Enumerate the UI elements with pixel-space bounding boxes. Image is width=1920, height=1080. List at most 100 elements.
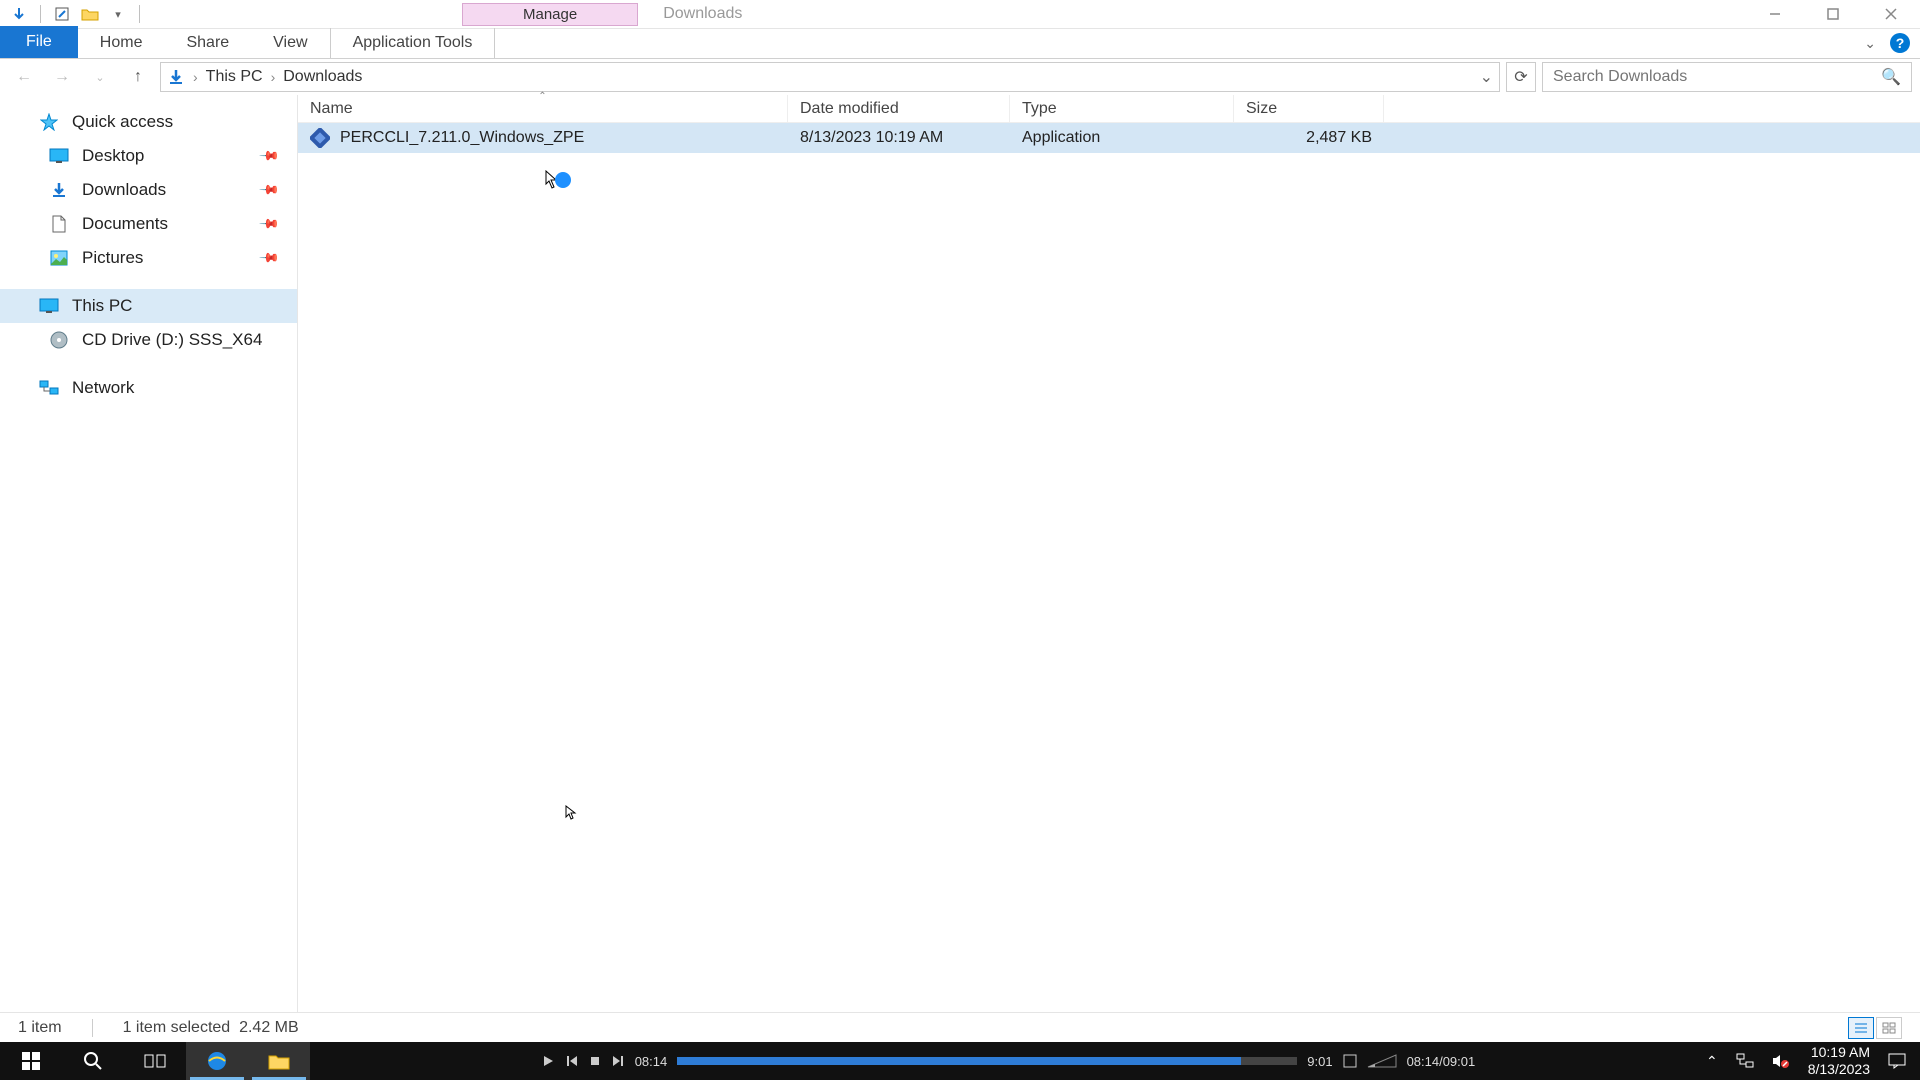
breadcrumb-this-pc[interactable]: This PC xyxy=(206,68,263,86)
tray-network-icon[interactable] xyxy=(1736,1053,1754,1069)
column-name[interactable]: ⌃ Name xyxy=(298,95,788,122)
search-input[interactable] xyxy=(1553,68,1873,86)
media-duration: 9:01 xyxy=(1307,1054,1332,1069)
taskbar-ie-button[interactable] xyxy=(186,1042,248,1080)
desktop-icon xyxy=(48,146,70,166)
address-row: ← → ⌄ ↑ › This PC › Downloads ⌄ ⟳ 🔍 xyxy=(0,59,1920,95)
search-box[interactable]: 🔍 xyxy=(1542,62,1912,92)
column-date[interactable]: Date modified xyxy=(788,95,1010,122)
tray-action-center-icon[interactable] xyxy=(1888,1053,1906,1069)
play-button[interactable] xyxy=(541,1054,555,1068)
tray-chevron-icon[interactable]: ⌃ xyxy=(1706,1053,1718,1070)
file-type: Application xyxy=(1010,129,1234,147)
sidebar-quick-access[interactable]: Quick access xyxy=(0,105,297,139)
sidebar-network[interactable]: Network xyxy=(0,371,297,405)
qat-customize-dropdown-icon[interactable]: ▾ xyxy=(107,3,129,25)
nav-back-button[interactable]: ← xyxy=(8,63,40,91)
status-selection: 1 item selected 2.42 MB xyxy=(123,1019,299,1037)
downloads-icon xyxy=(48,180,70,200)
close-button[interactable] xyxy=(1862,0,1920,29)
taskbar-explorer-button[interactable] xyxy=(248,1042,310,1080)
column-type[interactable]: Type xyxy=(1010,95,1234,122)
help-icon[interactable]: ? xyxy=(1890,33,1910,53)
sidebar-downloads[interactable]: Downloads 📌 xyxy=(0,173,297,207)
sidebar-cd-drive[interactable]: CD Drive (D:) SSS_X64 xyxy=(0,323,297,357)
column-size[interactable]: Size xyxy=(1234,95,1384,122)
file-date: 8/13/2023 10:19 AM xyxy=(788,129,1010,147)
sidebar-this-pc[interactable]: This PC xyxy=(0,289,297,323)
start-button[interactable] xyxy=(0,1042,62,1080)
cd-drive-icon xyxy=(48,330,70,350)
fullscreen-button[interactable] xyxy=(1343,1054,1357,1068)
search-button[interactable] xyxy=(62,1042,124,1080)
column-headers: ⌃ Name Date modified Type Size xyxy=(298,95,1920,123)
titlebar: ▾ Manage Downloads xyxy=(0,0,1920,29)
application-icon xyxy=(310,128,330,148)
pin-icon: 📌 xyxy=(258,179,281,202)
refresh-button[interactable]: ⟳ xyxy=(1506,62,1536,92)
media-position: 08:14 xyxy=(635,1054,668,1069)
window-controls xyxy=(1746,0,1920,29)
qat-properties-icon[interactable] xyxy=(51,3,73,25)
network-icon xyxy=(38,378,60,398)
tab-share[interactable]: Share xyxy=(164,28,251,58)
expand-ribbon-icon[interactable]: ⌄ xyxy=(1864,35,1876,52)
qat-new-folder-icon[interactable] xyxy=(79,3,101,25)
tray-time: 10:19 AM xyxy=(1808,1044,1870,1061)
tab-application-tools[interactable]: Application Tools xyxy=(330,28,496,58)
window-title: Downloads xyxy=(663,5,742,23)
breadcrumb-separator: › xyxy=(193,69,198,85)
contextual-tab-manage[interactable]: Manage xyxy=(462,3,638,26)
pin-icon: 📌 xyxy=(258,145,281,168)
system-tray: ⌃ 10:19 AM 8/13/2023 xyxy=(1706,1044,1920,1078)
search-icon[interactable]: 🔍 xyxy=(1881,67,1901,87)
sidebar-desktop[interactable]: Desktop 📌 xyxy=(0,139,297,173)
view-details-button[interactable] xyxy=(1848,1017,1874,1039)
nav-forward-button[interactable]: → xyxy=(46,63,78,91)
sidebar-item-label: Pictures xyxy=(82,248,143,268)
documents-icon xyxy=(48,214,70,234)
file-row[interactable]: PERCCLI_7.211.0_Windows_ZPE 8/13/2023 10… xyxy=(298,123,1920,153)
this-pc-icon xyxy=(38,296,60,316)
maximize-button[interactable] xyxy=(1804,0,1862,29)
status-bar: 1 item 1 item selected 2.42 MB xyxy=(0,1012,1920,1042)
quick-access-toolbar: ▾ xyxy=(0,3,152,25)
sidebar-item-label: Network xyxy=(72,378,134,398)
media-player-overlay: 08:14 9:01 08:14/09:01 xyxy=(310,1053,1706,1069)
downloads-icon xyxy=(167,68,185,86)
stop-button[interactable] xyxy=(589,1055,601,1067)
file-list: ⌃ Name Date modified Type Size PERCCLI_7… xyxy=(298,95,1920,1012)
sidebar-pictures[interactable]: Pictures 📌 xyxy=(0,241,297,275)
tray-volume-muted-icon[interactable] xyxy=(1772,1053,1790,1069)
qat-down-arrow-icon[interactable] xyxy=(8,3,30,25)
pictures-icon xyxy=(48,248,70,268)
sidebar-item-label: This PC xyxy=(72,296,132,316)
sort-indicator-icon: ⌃ xyxy=(538,91,546,102)
sidebar-documents[interactable]: Documents 📌 xyxy=(0,207,297,241)
breadcrumb-downloads[interactable]: Downloads xyxy=(283,68,362,86)
minimize-button[interactable] xyxy=(1746,0,1804,29)
star-icon xyxy=(38,112,60,132)
address-dropdown-icon[interactable]: ⌄ xyxy=(1480,67,1493,87)
tab-view[interactable]: View xyxy=(251,28,329,58)
taskbar: 08:14 9:01 08:14/09:01 ⌃ 10:19 AM 8/13/2… xyxy=(0,1042,1920,1080)
view-large-icons-button[interactable] xyxy=(1876,1017,1902,1039)
next-button[interactable] xyxy=(611,1054,625,1068)
prev-button[interactable] xyxy=(565,1054,579,1068)
nav-recent-dropdown[interactable]: ⌄ xyxy=(84,63,116,91)
sidebar-item-label: CD Drive (D:) SSS_X64 xyxy=(82,330,262,350)
nav-up-button[interactable]: ↑ xyxy=(122,63,154,91)
tab-file[interactable]: File xyxy=(0,26,78,58)
sidebar-item-label: Downloads xyxy=(82,180,166,200)
media-position-full: 08:14/09:01 xyxy=(1407,1054,1476,1069)
pin-icon: 📌 xyxy=(258,247,281,270)
volume-icon[interactable] xyxy=(1367,1053,1397,1069)
media-progress-fill xyxy=(677,1057,1241,1065)
media-progress-bar[interactable] xyxy=(677,1057,1297,1065)
tray-clock[interactable]: 10:19 AM 8/13/2023 xyxy=(1808,1044,1870,1078)
tab-home[interactable]: Home xyxy=(78,28,165,58)
task-view-button[interactable] xyxy=(124,1042,186,1080)
sidebar-item-label: Documents xyxy=(82,214,168,234)
tray-date: 8/13/2023 xyxy=(1808,1061,1870,1078)
address-bar[interactable]: › This PC › Downloads ⌄ xyxy=(160,62,1500,92)
